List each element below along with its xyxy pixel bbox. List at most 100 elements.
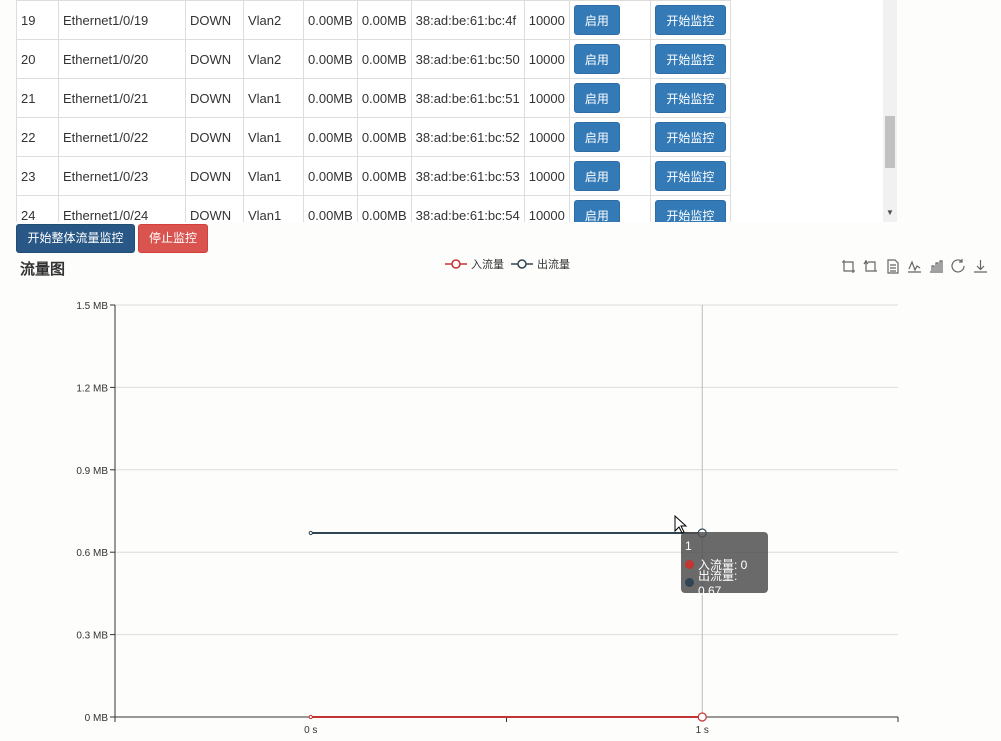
cell-speed: 10000	[523, 39, 570, 79]
enable-button[interactable]: 启用	[573, 161, 620, 191]
table-row: 24 Ethernet1/0/24 DOWN Vlan1 0.00MB 0.00MB 38:…	[16, 195, 731, 222]
chart-title: 流量图	[20, 261, 66, 278]
table-row: 20 Ethernet1/0/20 DOWN Vlan2 0.00MB 0.00MB 38:…	[16, 39, 731, 79]
cell-in: 0.00MB	[303, 117, 358, 157]
series-point-out	[308, 530, 313, 536]
scrollbar-thumb[interactable]	[885, 116, 895, 168]
cell-port: Ethernet1/0/23	[58, 156, 186, 196]
cell-status: DOWN	[185, 156, 244, 196]
cell-enable: 启用	[568, 78, 651, 118]
tooltip-out-dot-icon	[685, 577, 694, 587]
cell-mac: 38:ad:be:61:bc:53	[410, 156, 525, 196]
legend-item-out[interactable]: 出流量	[511, 256, 570, 272]
start-monitor-button[interactable]: 开始监控	[654, 122, 726, 152]
cell-vlan: Vlan1	[243, 195, 304, 222]
legend-in-icon	[445, 259, 467, 269]
save-image-icon[interactable]	[972, 258, 989, 275]
cell-out: 0.00MB	[356, 78, 412, 118]
cell-status: DOWN	[185, 39, 244, 79]
cell-monitor: 开始监控	[649, 39, 731, 79]
cell-out: 0.00MB	[356, 39, 412, 79]
table-row: 19 Ethernet1/0/19 DOWN Vlan2 0.00MB 0.00MB 38:…	[16, 0, 731, 40]
table-scrollbar[interactable]: ▼	[883, 0, 897, 222]
cell-status: DOWN	[185, 195, 244, 222]
line-chart-icon[interactable]	[906, 258, 923, 275]
scroll-down-arrow-icon[interactable]: ▼	[886, 208, 894, 217]
cell-enable: 启用	[568, 156, 651, 196]
start-monitor-button[interactable]: 开始监控	[654, 161, 726, 191]
cell-monitor: 开始监控	[649, 156, 731, 196]
cell-in: 0.00MB	[303, 0, 358, 40]
cell-mac: 38:ad:be:61:bc:50	[410, 39, 525, 79]
cell-id: 20	[16, 39, 59, 79]
cell-in: 0.00MB	[303, 78, 358, 118]
y-tick-label: 1.5 MB	[76, 301, 108, 312]
table-row: 22 Ethernet1/0/22 DOWN Vlan1 0.00MB 0.00MB 38:…	[16, 117, 731, 157]
cell-vlan: Vlan2	[243, 0, 304, 40]
tooltip-out-row: 出流量: 0.67	[685, 569, 764, 598]
y-tick-label: 0.9 MB	[76, 466, 108, 477]
bar-chart-icon[interactable]	[928, 258, 945, 275]
enable-button[interactable]: 启用	[573, 5, 620, 35]
zoom-icon[interactable]	[840, 258, 857, 275]
cell-monitor: 开始监控	[649, 0, 731, 40]
y-tick-label: 0 MB	[85, 713, 109, 724]
legend-out-label: 出流量	[537, 259, 570, 271]
cell-speed: 10000	[523, 78, 570, 118]
cell-monitor: 开始监控	[649, 195, 731, 222]
cell-out: 0.00MB	[356, 156, 412, 196]
cell-enable: 启用	[568, 117, 651, 157]
cell-speed: 10000	[523, 156, 570, 196]
cell-port: Ethernet1/0/24	[58, 195, 186, 222]
cell-mac: 38:ad:be:61:bc:54	[410, 195, 525, 222]
port-table-container: 19 Ethernet1/0/19 DOWN Vlan2 0.00MB 0.00MB 38:…	[16, 0, 897, 222]
enable-button[interactable]: 启用	[573, 200, 620, 222]
tooltip-title: 1	[685, 539, 692, 553]
cell-status: DOWN	[185, 0, 244, 40]
cell-port: Ethernet1/0/19	[58, 0, 186, 40]
legend-in-label: 入流量	[471, 259, 504, 271]
start-overall-monitor-button[interactable]: 开始整体流量监控	[16, 224, 135, 253]
start-monitor-button[interactable]: 开始监控	[654, 5, 726, 35]
cell-enable: 启用	[568, 0, 651, 40]
cell-id: 24	[16, 195, 59, 222]
tooltip-in-dot-icon	[685, 559, 694, 569]
start-monitor-button[interactable]: 开始监控	[654, 83, 726, 113]
legend-out-icon	[511, 259, 533, 269]
enable-button[interactable]: 启用	[573, 122, 620, 152]
data-view-icon[interactable]	[884, 258, 901, 275]
cell-speed: 10000	[523, 0, 570, 40]
cell-in: 0.00MB	[303, 195, 358, 222]
cell-vlan: Vlan2	[243, 39, 304, 79]
restore-icon[interactable]	[950, 258, 967, 275]
enable-button[interactable]: 启用	[573, 44, 620, 74]
cell-in: 0.00MB	[303, 39, 358, 79]
start-monitor-button[interactable]: 开始监控	[654, 44, 726, 74]
cell-id: 21	[16, 78, 59, 118]
cell-status: DOWN	[185, 78, 244, 118]
cell-mac: 38:ad:be:61:bc:52	[410, 117, 525, 157]
cell-mac: 38:ad:be:61:bc:4f	[410, 0, 525, 40]
cell-out: 0.00MB	[356, 0, 412, 40]
cell-out: 0.00MB	[356, 195, 412, 222]
chart-tooltip: 1 入流量: 0 出流量: 0.67	[681, 532, 768, 598]
zoom-reset-icon[interactable]	[862, 258, 879, 275]
cell-id: 22	[16, 117, 59, 157]
cell-vlan: Vlan1	[243, 117, 304, 157]
legend-item-in[interactable]: 入流量	[445, 256, 504, 272]
start-monitor-button[interactable]: 开始监控	[654, 200, 726, 222]
y-tick-label: 1.2 MB	[76, 383, 108, 394]
cell-vlan: Vlan1	[243, 78, 304, 118]
x-tick-label: 1 s	[696, 725, 709, 736]
series-point-in	[697, 712, 707, 722]
enable-button[interactable]: 启用	[573, 83, 620, 113]
cell-monitor: 开始监控	[649, 78, 731, 118]
chart-toolbox	[840, 258, 989, 275]
cell-out: 0.00MB	[356, 117, 412, 157]
port-table: 19 Ethernet1/0/19 DOWN Vlan2 0.00MB 0.00MB 38:…	[16, 0, 731, 222]
series-point-in	[308, 714, 313, 720]
table-row: 21 Ethernet1/0/21 DOWN Vlan1 0.00MB 0.00MB 38:…	[16, 78, 731, 118]
cell-port: Ethernet1/0/22	[58, 117, 186, 157]
cell-id: 23	[16, 156, 59, 196]
stop-monitor-button[interactable]: 停止监控	[138, 224, 208, 253]
